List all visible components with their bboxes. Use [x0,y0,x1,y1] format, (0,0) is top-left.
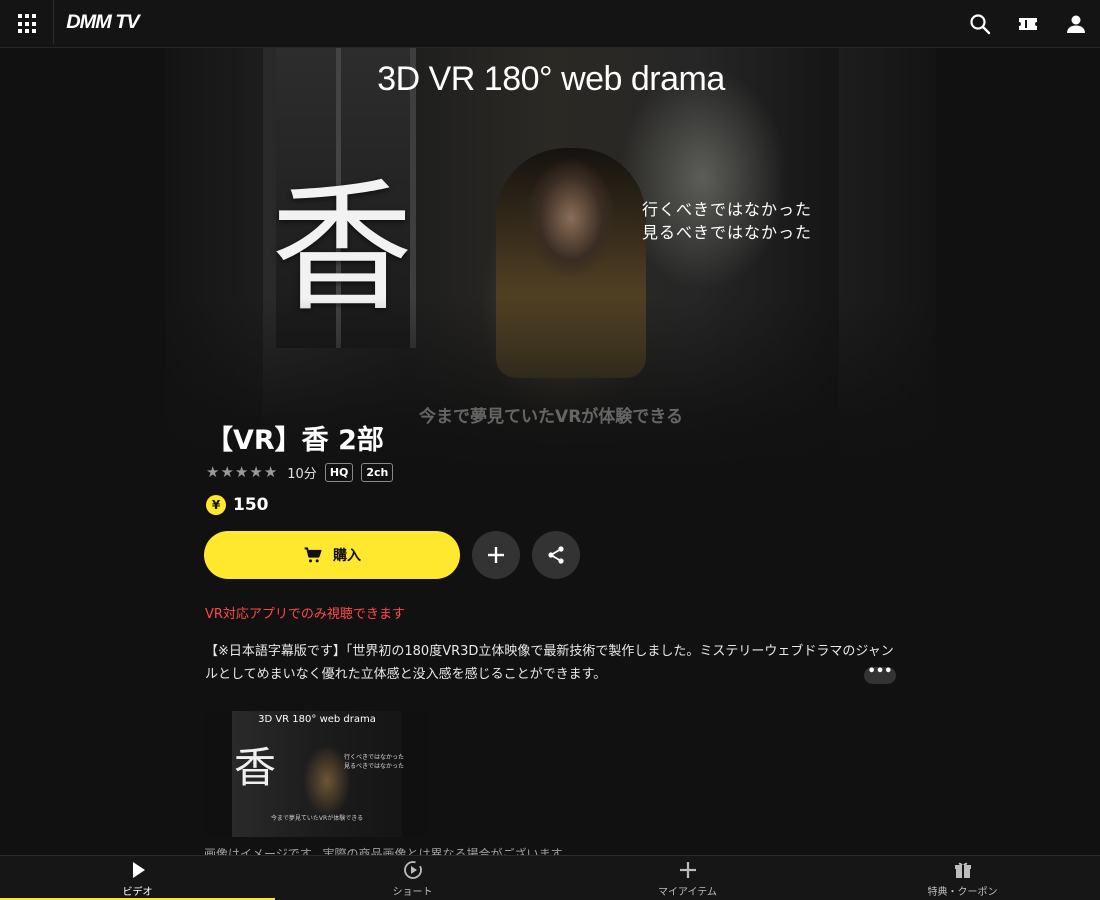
plus-icon [679,862,696,878]
thumbnail-kanji: 香 [234,743,277,792]
hero-title: 3D VR 180° web drama [377,60,725,98]
rating-stars: ★ ★ ★ ★ ★ [206,462,278,481]
audio-badge: 2ch [361,462,394,482]
description: 【※日本語字幕版です】「世界初の180度VR3D立体映像で最新技術で製作しました… [205,644,894,682]
play-icon [132,862,145,878]
header-divider [53,0,54,44]
yen-icon: ¥ [206,495,226,515]
nav-label-video: ビデオ [122,887,153,898]
thumbnail-title: 3D VR 180° web drama [258,714,376,725]
nav-label-my-items: マイアイテム [658,887,717,898]
ticket-icon[interactable] [1016,12,1040,36]
star-icon: ★ [263,462,278,481]
price-value: 150 [233,495,269,515]
dmm-tv-logo[interactable]: DMM TV [66,12,139,34]
hero-tagline-line1: 行くべきではなかった [642,200,813,219]
cart-icon [304,547,322,563]
hero-tagline: 行くべきではなかった 見るべきではなかった [642,198,812,244]
nav-label-short: ショート [392,887,433,898]
price: ¥ 150 [206,495,269,515]
share-icon [548,546,564,564]
nav-item-video[interactable]: ビデオ [0,856,275,900]
hero-tagline-line2: 見るべきではなかった [642,223,813,242]
nav-item-short[interactable]: ショート [275,856,550,900]
grid-menu-icon[interactable] [18,14,38,34]
more-button[interactable]: ••• [864,665,896,684]
vr-notice: VR対応アプリでのみ視聴できます [205,607,405,622]
buy-label: 購入 [333,547,361,563]
hero-image: 3D VR 180° web drama 香 行くべきではなかった 見るべきでは… [166,48,936,468]
nav-item-coupons[interactable]: 特典・クーポン [825,856,1100,900]
bottom-nav: ビデオ ショート マイアイテム 特典・クーポン [0,855,1100,900]
star-icon: ★ [220,462,234,481]
user-icon[interactable] [1064,12,1088,36]
gift-icon [954,862,971,878]
thumbnail-tagline-line2: 見るべきではなかった [344,763,405,770]
page-title: 【VR】香 2部 [206,425,384,456]
star-icon: ★ [249,462,263,481]
thumbnail-tagline: 行くべきではなかった 見るべきではなかった [344,753,404,771]
star-icon: ★ [234,462,249,481]
add-to-list-button[interactable] [472,531,520,579]
thumbnail-image[interactable]: 3D VR 180° web drama 香 行くべきではなかった 見るべきでは… [204,711,430,837]
thumbnail-tagline-line1: 行くべきではなかった [344,754,405,761]
plus-icon [488,547,504,563]
thumbnail-caption: 今まで夢見ていたVRが体験できる [270,815,364,822]
meta-row: ★ ★ ★ ★ ★ 10分 HQ 2ch [206,461,394,483]
star-icon: ★ [206,462,220,481]
nav-label-coupons: 特典・クーポン [927,887,998,898]
nav-item-my-items[interactable]: マイアイテム [550,856,825,900]
search-icon[interactable] [968,12,992,36]
short-play-icon [403,861,422,879]
quality-badge: HQ [324,462,354,482]
share-button[interactable] [532,531,580,579]
duration: 10分 [287,466,317,482]
buy-button[interactable]: 購入 [204,531,460,579]
top-header: DMM TV [0,0,1100,48]
